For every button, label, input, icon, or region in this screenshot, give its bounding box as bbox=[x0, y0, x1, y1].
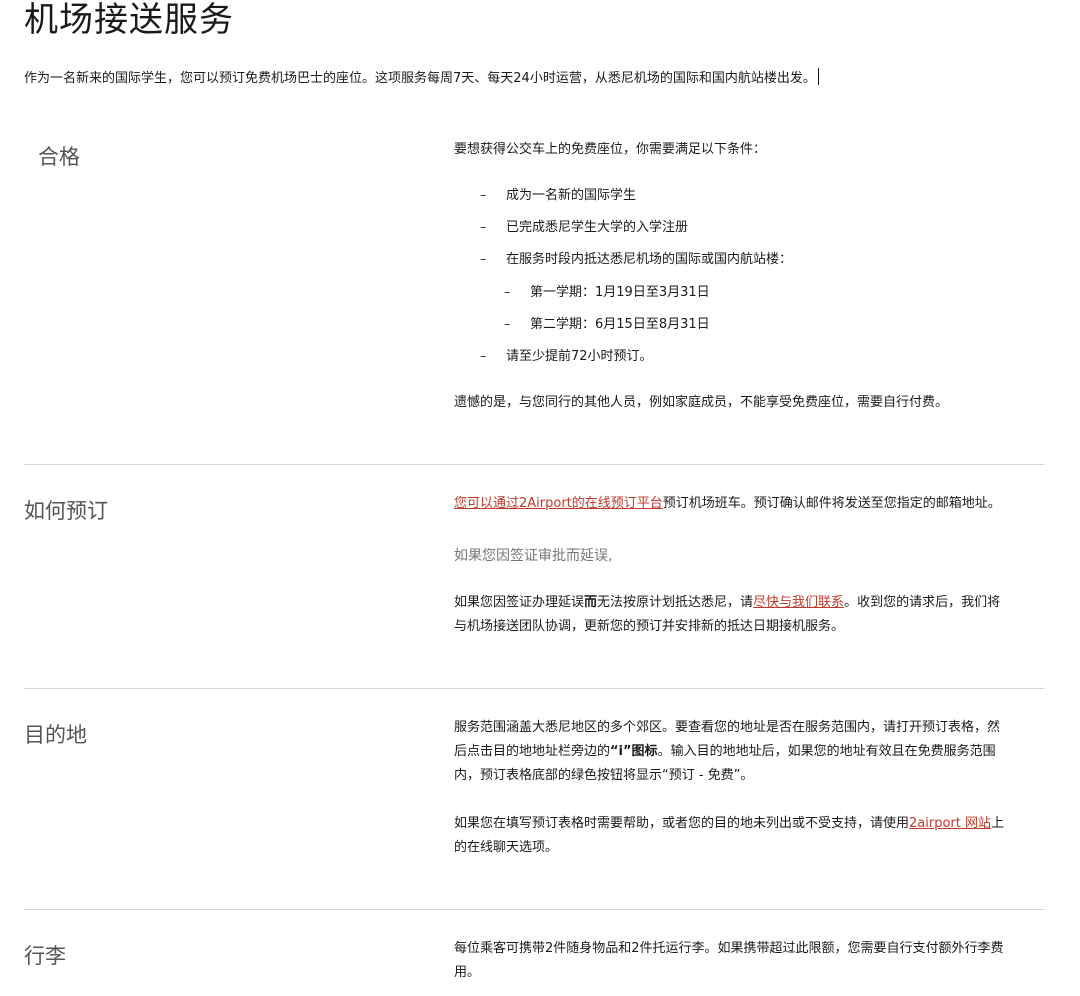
luggage-paragraph: 每位乘客可携带2件随身物品和2件托运行李。如果携带超过此限额，您需要自行支付额外… bbox=[454, 937, 1044, 985]
delay-text: 。收到您的请求后，我们将 bbox=[844, 595, 1001, 610]
intro-copy: 作为一名新来的国际学生，您可以预订免费机场巴士的座位。这项服务每周7天、每天24… bbox=[24, 71, 816, 86]
dash-icon: – bbox=[480, 220, 487, 235]
delay-text: 与机场接送团队协调，更新您的预订并安排新的抵达日期接机服务。 bbox=[454, 619, 845, 634]
2airport-website-link[interactable]: 2airport 网站 bbox=[909, 816, 991, 831]
eligibility-heading: 合格 bbox=[38, 145, 80, 169]
eligibility-note: 遗憾的是，与您同行的其他人员，例如家庭成员，不能享受免费座位，需要自行付费。 bbox=[454, 395, 949, 410]
destination-heading: 目的地 bbox=[24, 723, 87, 747]
delay-text: 如果您因签证办理延误 bbox=[454, 595, 585, 610]
destination-text: 服务范围涵盖大悉尼地区的多个郊区。要查看您的地址是否在服务范围内，请打开预订表格… bbox=[454, 720, 1001, 735]
contact-us-link[interactable]: 尽快与我们联系 bbox=[753, 595, 844, 610]
luggage-text: 每位乘客可携带2件随身物品和2件托运行李。如果携带超过此限额，您需要自行支付额外… bbox=[454, 941, 1004, 956]
destination-text: 。输入目的地地址后，如果您的地址有效且在免费服务范围 bbox=[657, 744, 996, 759]
booking-heading: 如何预订 bbox=[24, 499, 108, 523]
delay-bold: 而 bbox=[584, 595, 598, 610]
destination-text: 后点击目的地地址栏旁边的 bbox=[454, 744, 611, 759]
booking-intro: 您可以通过2Airport的在线预订平台预订机场班车。预订确认邮件将发送至您指定… bbox=[454, 492, 1044, 516]
eligibility-subitem-text: 第一学期：1月19日至3月31日 bbox=[530, 285, 710, 300]
destination-paragraph: 服务范围涵盖大悉尼地区的多个郊区。要查看您的地址是否在服务范围内，请打开预订表格… bbox=[454, 716, 1044, 788]
page-title: 机场接送服务 bbox=[24, 0, 234, 40]
destination-help-paragraph: 如果您在填写预订表格时需要帮助，或者您的目的地未列出或不受支持，请使用2airp… bbox=[454, 812, 1044, 860]
destination-text: 内，预订表格底部的绿色按钮将显示“预订 - 免费”。 bbox=[454, 768, 754, 783]
booking-delay-paragraph: 如果您因签证办理延误而无法按原计划抵达悉尼，请尽快与我们联系。收到您的请求后，我… bbox=[454, 591, 1044, 639]
dash-icon: – bbox=[504, 317, 511, 332]
section-divider bbox=[24, 688, 1045, 689]
eligibility-subitem: – 第一学期：1月19日至3月31日 bbox=[504, 281, 710, 300]
section-divider bbox=[24, 464, 1045, 465]
delay-text: 无法按原计划抵达悉尼，请 bbox=[597, 595, 754, 610]
eligibility-item-text: 成为一名新的国际学生 bbox=[506, 188, 637, 203]
eligibility-subitem: – 第二学期：6月15日至8月31日 bbox=[504, 313, 710, 332]
help-text: 的在线聊天选项。 bbox=[454, 840, 559, 855]
booking-muted-line: 如果您因签证审批而延误, bbox=[454, 548, 613, 564]
dash-icon: – bbox=[480, 188, 487, 203]
help-text: 如果您在填写预订表格时需要帮助，或者您的目的地未列出或不受支持，请使用 bbox=[454, 816, 910, 831]
info-icon-label: “i”图标 bbox=[610, 744, 658, 759]
section-divider bbox=[24, 909, 1045, 910]
dash-icon: – bbox=[480, 349, 487, 364]
luggage-text: 用。 bbox=[454, 965, 481, 980]
eligibility-item: – 已完成悉尼学生大学的入学注册 bbox=[480, 216, 688, 235]
text-cursor bbox=[817, 68, 819, 85]
booking-platform-link[interactable]: 您可以通过2Airport的在线预订平台 bbox=[454, 496, 663, 511]
dash-icon: – bbox=[504, 285, 511, 300]
luggage-heading: 行李 bbox=[24, 944, 66, 968]
intro-text: 作为一名新来的国际学生，您可以预订免费机场巴士的座位。这项服务每周7天、每天24… bbox=[24, 68, 819, 88]
eligibility-lead: 要想获得公交车上的免费座位，你需要满足以下条件： bbox=[454, 142, 767, 157]
booking-intro-text: 预订机场班车。预订确认邮件将发送至您指定的邮箱地址。 bbox=[662, 496, 1001, 511]
eligibility-subitem-text: 第二学期：6月15日至8月31日 bbox=[530, 317, 710, 332]
dash-icon: – bbox=[480, 252, 487, 267]
eligibility-item-text: 已完成悉尼学生大学的入学注册 bbox=[506, 220, 689, 235]
eligibility-item-text: 请至少提前72小时预订。 bbox=[506, 349, 653, 364]
eligibility-item: – 在服务时段内抵达悉尼机场的国际或国内航站楼： bbox=[480, 248, 792, 267]
eligibility-item: – 请至少提前72小时预订。 bbox=[480, 345, 653, 364]
help-text: 上 bbox=[991, 816, 1005, 831]
eligibility-item-text: 在服务时段内抵达悉尼机场的国际或国内航站楼： bbox=[506, 252, 793, 267]
eligibility-item: – 成为一名新的国际学生 bbox=[480, 184, 636, 203]
